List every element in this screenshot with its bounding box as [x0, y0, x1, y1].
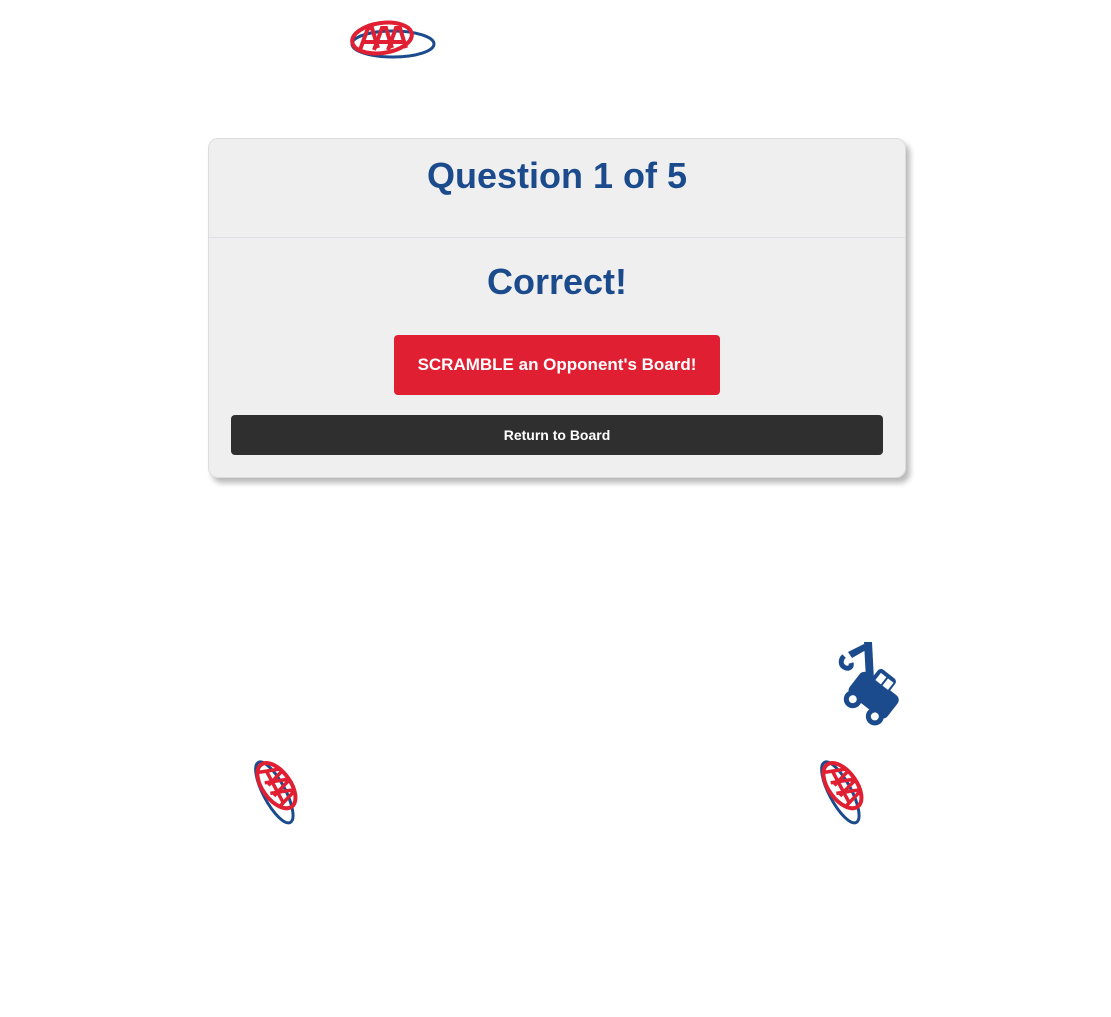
question-result-modal: Question 1 of 5 Correct! SCRAMBLE an Opp… — [208, 138, 906, 478]
result-message: Correct! — [486, 261, 628, 302]
aaa-logo-icon — [350, 20, 436, 59]
aaa-logo-icon — [254, 760, 298, 825]
question-counter-title: Question 1 of 5 — [426, 155, 688, 196]
modal-header: Question 1 of 5 — [209, 139, 905, 238]
return-to-board-button[interactable]: Return to Board — [231, 415, 883, 455]
scramble-opponent-button[interactable]: SCRAMBLE an Opponent's Board! — [394, 335, 720, 395]
aaa-logo-icon — [820, 760, 864, 825]
tow-truck-icon — [838, 642, 899, 726]
